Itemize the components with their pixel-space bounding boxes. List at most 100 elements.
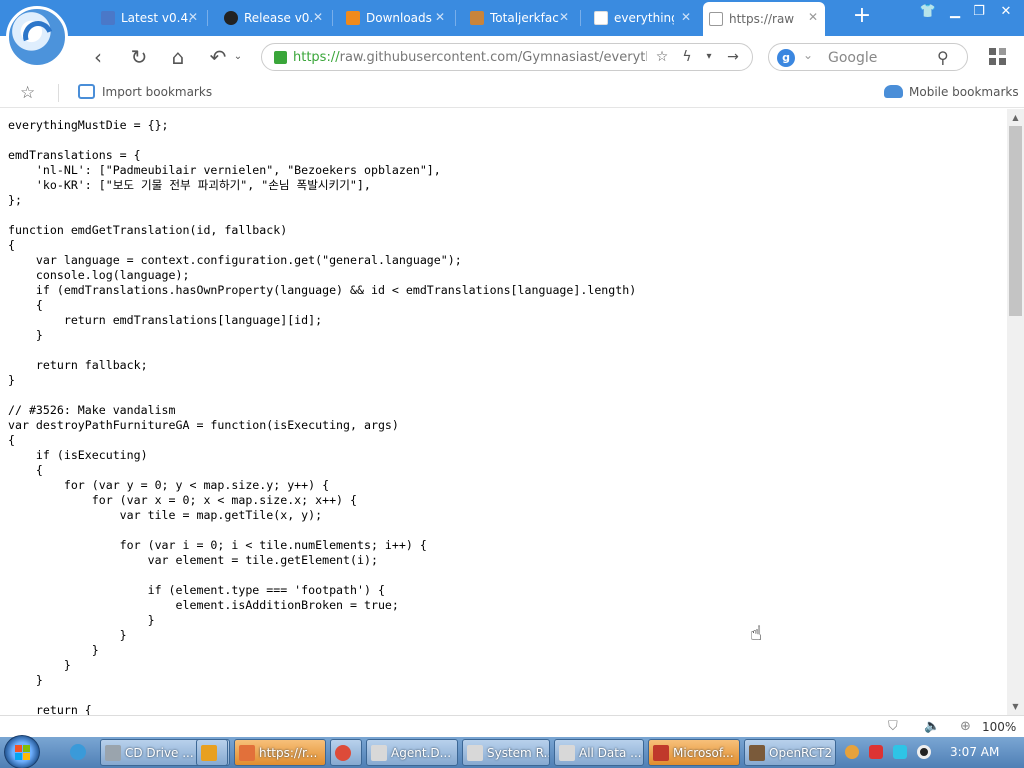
close-tab-icon[interactable]: ✕ [680, 11, 692, 23]
close-tab-icon[interactable]: ✕ [558, 11, 570, 23]
search-icon[interactable]: ⚲ [937, 48, 949, 67]
network-tray-icon[interactable] [893, 745, 907, 759]
url-scheme: https:// [293, 50, 340, 65]
tab-label: Latest v0.4. [121, 11, 192, 25]
close-tab-icon[interactable]: ✕ [312, 11, 324, 23]
scroll-down-arrow-icon[interactable]: ▼ [1007, 698, 1024, 715]
hand-cursor-icon: ☝ [750, 621, 763, 645]
close-tab-icon[interactable]: ✕ [187, 11, 199, 23]
tab-divider [580, 10, 581, 26]
apps-grid-icon[interactable] [989, 48, 1007, 66]
taskbar-label: Microsof... [673, 745, 734, 760]
tab-strip: Latest v0.4. ✕ Release v0. ✕ Downloads ✕… [0, 0, 1024, 36]
tab-6-active[interactable]: https://raw ✕ [703, 2, 825, 36]
close-window-button[interactable]: ✕ [995, 2, 1017, 22]
tab-label: everything [614, 11, 674, 25]
window-icon [559, 744, 575, 761]
search-box[interactable]: g ⌄ Google ⚲ [768, 43, 968, 71]
tab-label: https://raw [729, 12, 795, 26]
package-icon [101, 11, 115, 25]
undo-dropdown-icon[interactable]: ⌄ [226, 45, 250, 69]
search-engine-icon[interactable]: g [777, 49, 795, 67]
taskbar-label: System R... [487, 745, 550, 760]
windows-taskbar: CD Drive ... https://r... Agent.D... Sys… [0, 735, 1024, 768]
windows-logo-icon [15, 745, 22, 752]
zoom-icon[interactable]: ⊕ [960, 719, 971, 734]
tab-4[interactable]: Totaljerkfac ✕ [464, 4, 576, 32]
chevron-down-icon[interactable]: ▾ [700, 48, 718, 66]
restore-button[interactable]: ❐ [968, 2, 990, 22]
tab-1[interactable]: Latest v0.4. ✕ [95, 4, 205, 32]
grid-cell [999, 48, 1006, 55]
status-bar: ⛉ 🔈 ⊕ 100% [0, 715, 1024, 737]
chevron-down-icon[interactable]: ⌄ [803, 48, 813, 62]
document-icon [709, 12, 723, 26]
scrollbar-thumb[interactable] [1009, 126, 1022, 316]
tab-divider [207, 10, 208, 26]
zoom-level[interactable]: 100% [982, 720, 1016, 734]
shield-icon[interactable]: ⛉ [888, 719, 898, 734]
taskbar-label: CD Drive ... [125, 745, 194, 760]
tab-2[interactable]: Release v0. ✕ [218, 4, 330, 32]
home-button[interactable]: ⌂ [166, 45, 190, 69]
browser-logo[interactable] [6, 6, 68, 68]
import-bookmarks-link[interactable]: Import bookmarks [102, 85, 212, 99]
window-icon [467, 744, 483, 761]
vertical-scrollbar[interactable]: ▲ ▼ [1007, 109, 1024, 715]
search-input[interactable]: Google [828, 50, 877, 66]
taskbar-item[interactable]: Agent.D... [366, 739, 458, 766]
close-tab-icon[interactable]: ✕ [434, 11, 446, 23]
taskbar-label: https://r... [259, 745, 318, 760]
internet-explorer-icon[interactable] [70, 744, 86, 760]
windows-logo-icon [23, 745, 30, 752]
import-icon [78, 84, 95, 99]
star-icon[interactable]: ☆ [653, 48, 671, 66]
tab-5[interactable]: everything ✕ [588, 4, 698, 32]
mobile-bookmarks-link[interactable]: Mobile bookmarks [909, 85, 1019, 99]
address-input[interactable]: https://raw.githubusercontent.com/Gymnas… [293, 50, 647, 65]
flag-tray-icon[interactable] [869, 745, 883, 759]
taskbar-item[interactable] [330, 739, 362, 766]
back-button[interactable]: ‹ [86, 45, 110, 69]
source-code-text: everythingMustDie = {}; emdTranslations … [8, 118, 637, 715]
search-tray-icon[interactable] [845, 745, 859, 759]
record-tray-icon[interactable] [917, 745, 931, 759]
page-content: everythingMustDie = {}; emdTranslations … [0, 109, 1007, 715]
cloud-icon [884, 85, 903, 98]
address-bar[interactable]: https://raw.githubusercontent.com/Gymnas… [261, 43, 753, 71]
taskbar-clock[interactable]: 3:07 AM [950, 745, 999, 759]
grid-cell [999, 58, 1006, 65]
minimize-button[interactable]: ▁ [944, 2, 966, 22]
divider [58, 84, 59, 102]
taskbar-item[interactable]: All Data ... [554, 739, 644, 766]
window-icon [371, 744, 387, 761]
media-player-icon [201, 744, 217, 761]
scroll-up-arrow-icon[interactable]: ▲ [1007, 109, 1024, 126]
taskbar-item[interactable]: OpenRCT2 [744, 739, 836, 766]
taskbar-item[interactable] [196, 739, 228, 766]
close-tab-icon[interactable]: ✕ [807, 11, 819, 23]
lightning-icon[interactable]: ϟ [678, 48, 696, 66]
tab-divider [455, 10, 456, 26]
grid-cell [989, 58, 996, 65]
volume-icon[interactable]: 🔈 [924, 719, 940, 734]
bookmark-star-icon[interactable]: ☆ [20, 83, 35, 103]
go-arrow-icon[interactable]: → [724, 48, 742, 66]
start-button[interactable] [4, 735, 40, 768]
taskbar-item[interactable]: Microsof... [648, 739, 740, 766]
bookmarks-bar: ☆ Import bookmarks Mobile bookmarks [0, 78, 1024, 108]
new-tab-button[interactable]: + [852, 5, 872, 29]
reload-button[interactable]: ↻ [127, 45, 151, 69]
download-icon [346, 11, 360, 25]
document-icon [594, 11, 608, 25]
tab-3[interactable]: Downloads ✕ [340, 4, 452, 32]
windows-logo-icon [15, 753, 22, 760]
taskbar-item[interactable]: https://r... [234, 739, 326, 766]
navigation-bar: ‹ ↻ ⌂ ↶ ⌄ https://raw.githubusercontent.… [0, 36, 1024, 78]
lock-icon [274, 51, 287, 64]
taskbar-label: OpenRCT2 [769, 745, 833, 760]
chrome-icon [335, 744, 351, 761]
url-path: raw.githubusercontent.com/Gymnasiast/eve… [339, 50, 647, 65]
skin-icon[interactable]: 👕 [917, 2, 939, 22]
taskbar-item[interactable]: System R... [462, 739, 550, 766]
